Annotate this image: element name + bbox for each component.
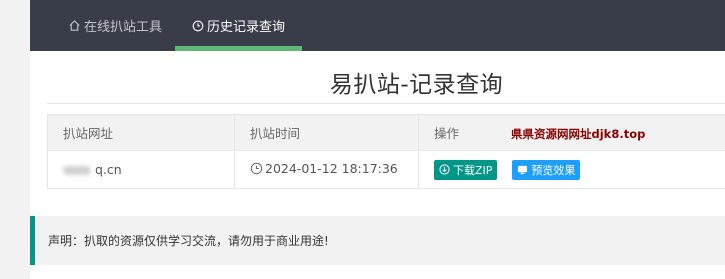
header-time: 扒站时间 [234,114,419,151]
nav-item-label: 在线扒站工具 [83,20,162,35]
download-icon [439,164,450,175]
title-divider [47,103,725,104]
time-text: 2024-01-12 18:17:36 [265,161,398,176]
download-zip-button[interactable]: 下载ZIP [434,159,498,180]
left-gutter [0,0,30,279]
nav-item-label: 历史记录查询 [206,20,285,35]
nav-item-online-tool[interactable]: 在线扒站工具 [65,0,165,51]
nav-active-underline [175,46,302,51]
nav-item-history[interactable]: 历史记录查询 [175,0,302,51]
table-row: q.cn 2024-01-12 18:17:36 下载ZIP 预览效果 [47,150,725,189]
home-icon [68,19,81,32]
header-url: 扒站网址 [47,114,235,151]
preview-button[interactable]: 预览效果 [512,159,581,180]
cell-actions: 下载ZIP 预览效果 [418,150,725,189]
clock-icon [192,20,204,32]
watermark-text: 県県资源网网址djk8.top [511,127,646,141]
table-header-row: 扒站网址 扒站时间 操作 県県资源网网址djk8.top [47,114,725,151]
preview-button-label: 预览效果 [531,163,576,177]
url-text: q.cn [95,162,122,177]
disclaimer-notice: 声明：扒取的资源仅供学习交流，请勿用于商业用途! [30,216,725,265]
header-actions: 操作 県県资源网网址djk8.top [418,114,725,151]
top-navbar: 在线扒站工具 历史记录查询 [30,0,725,51]
preview-icon [517,165,528,175]
page-title: 易扒站-记录查询 [329,72,504,98]
cell-time: 2024-01-12 18:17:36 [234,150,419,189]
cell-url: q.cn [47,150,235,189]
download-button-label: 下载ZIP [453,163,493,177]
blurred-text [63,166,91,175]
disclaimer-text: 声明：扒取的资源仅供学习交流，请勿用于商业用途! [48,234,329,248]
clock-icon [250,162,263,175]
history-table: 扒站网址 扒站时间 操作 県県资源网网址djk8.top q.cn 2024-0… [47,114,725,189]
header-actions-label: 操作 [434,126,460,141]
